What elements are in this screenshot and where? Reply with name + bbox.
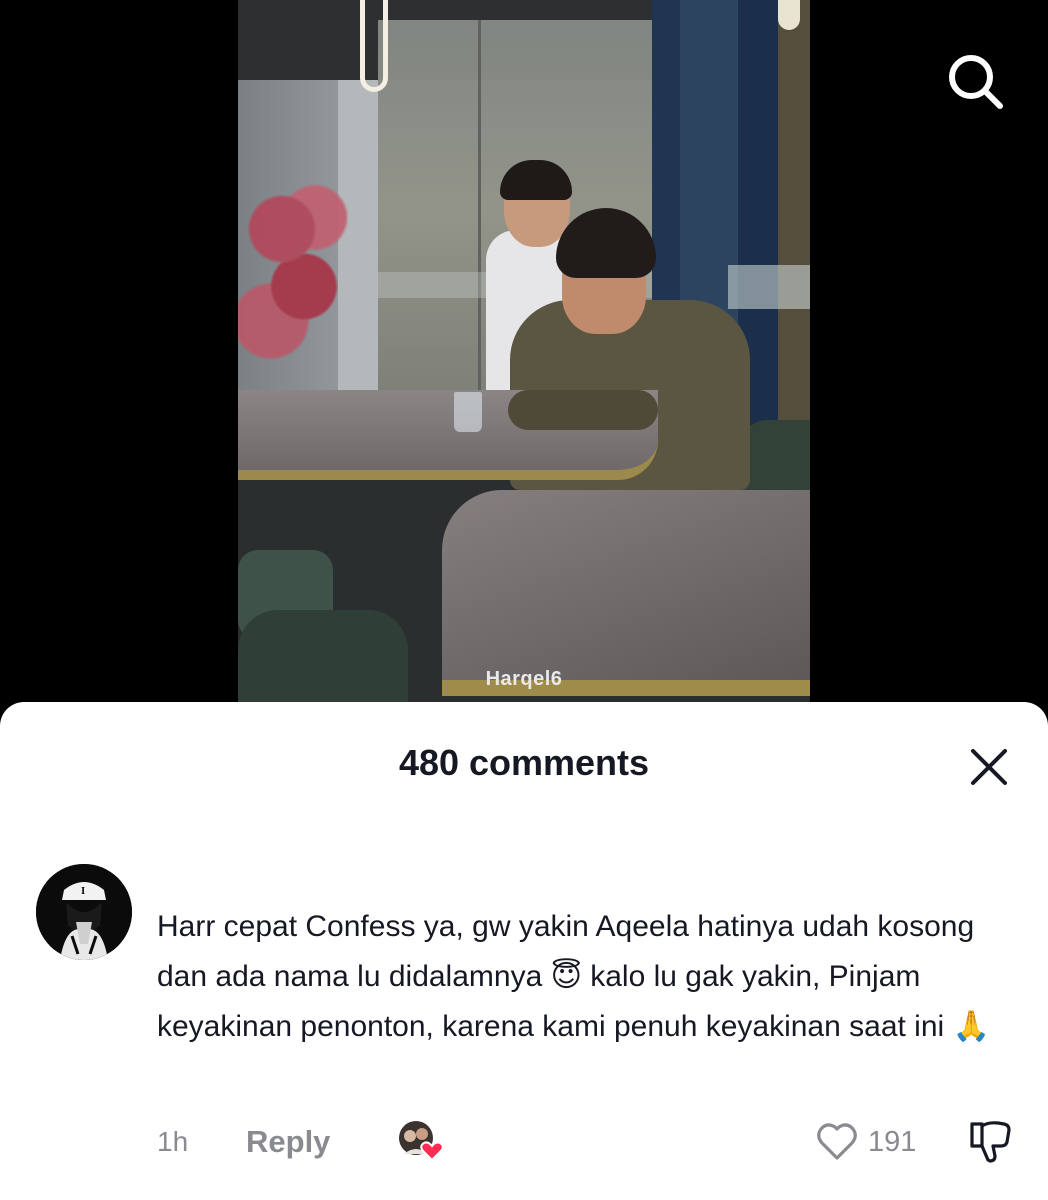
scene-blossom-tree [238, 160, 348, 390]
creator-avatar-heart-icon [399, 1121, 444, 1162]
close-button[interactable] [968, 746, 1010, 788]
scene-frosted-band [728, 265, 810, 309]
search-button[interactable] [944, 50, 1008, 114]
comment-text: Harr cepat Confess ya, gw yakin Aqeela h… [157, 910, 990, 1043]
comment-timestamp: 1h [157, 1126, 189, 1157]
thumbs-down-icon [970, 1121, 1011, 1163]
scene-right-panel [778, 0, 810, 460]
search-icon [949, 55, 1003, 109]
scene-water-glass [454, 392, 482, 432]
scene-lamp [778, 0, 800, 30]
scene-glass-divider [478, 20, 481, 440]
comment-actions: 1h Reply 191 [36, 1118, 1026, 1168]
avatar-image: I [36, 864, 132, 960]
scene-pendant-lamp [360, 0, 388, 92]
creator-liked-badge [398, 1120, 444, 1164]
video-watermark: Harqel6 [485, 668, 563, 690]
scene-table [442, 490, 810, 696]
video-frame[interactable]: Harqel6 [238, 0, 810, 720]
dislike-button[interactable] [966, 1118, 1014, 1166]
reply-button[interactable]: Reply [246, 1124, 330, 1160]
like-count: 191 [868, 1126, 917, 1158]
comments-sheet: 480 comments I Harr cepat Confess ya, gw… [0, 702, 1048, 1200]
svg-text:I: I [81, 887, 85, 897]
comments-count-title: 480 comments [398, 742, 650, 783]
video-player[interactable]: Harqel6 [0, 0, 1048, 720]
like-button[interactable] [814, 1118, 860, 1164]
avatar[interactable]: I [36, 864, 132, 960]
heart-outline-icon [817, 1123, 857, 1160]
close-icon [971, 749, 1007, 785]
scene-person-man-arm [508, 390, 658, 430]
